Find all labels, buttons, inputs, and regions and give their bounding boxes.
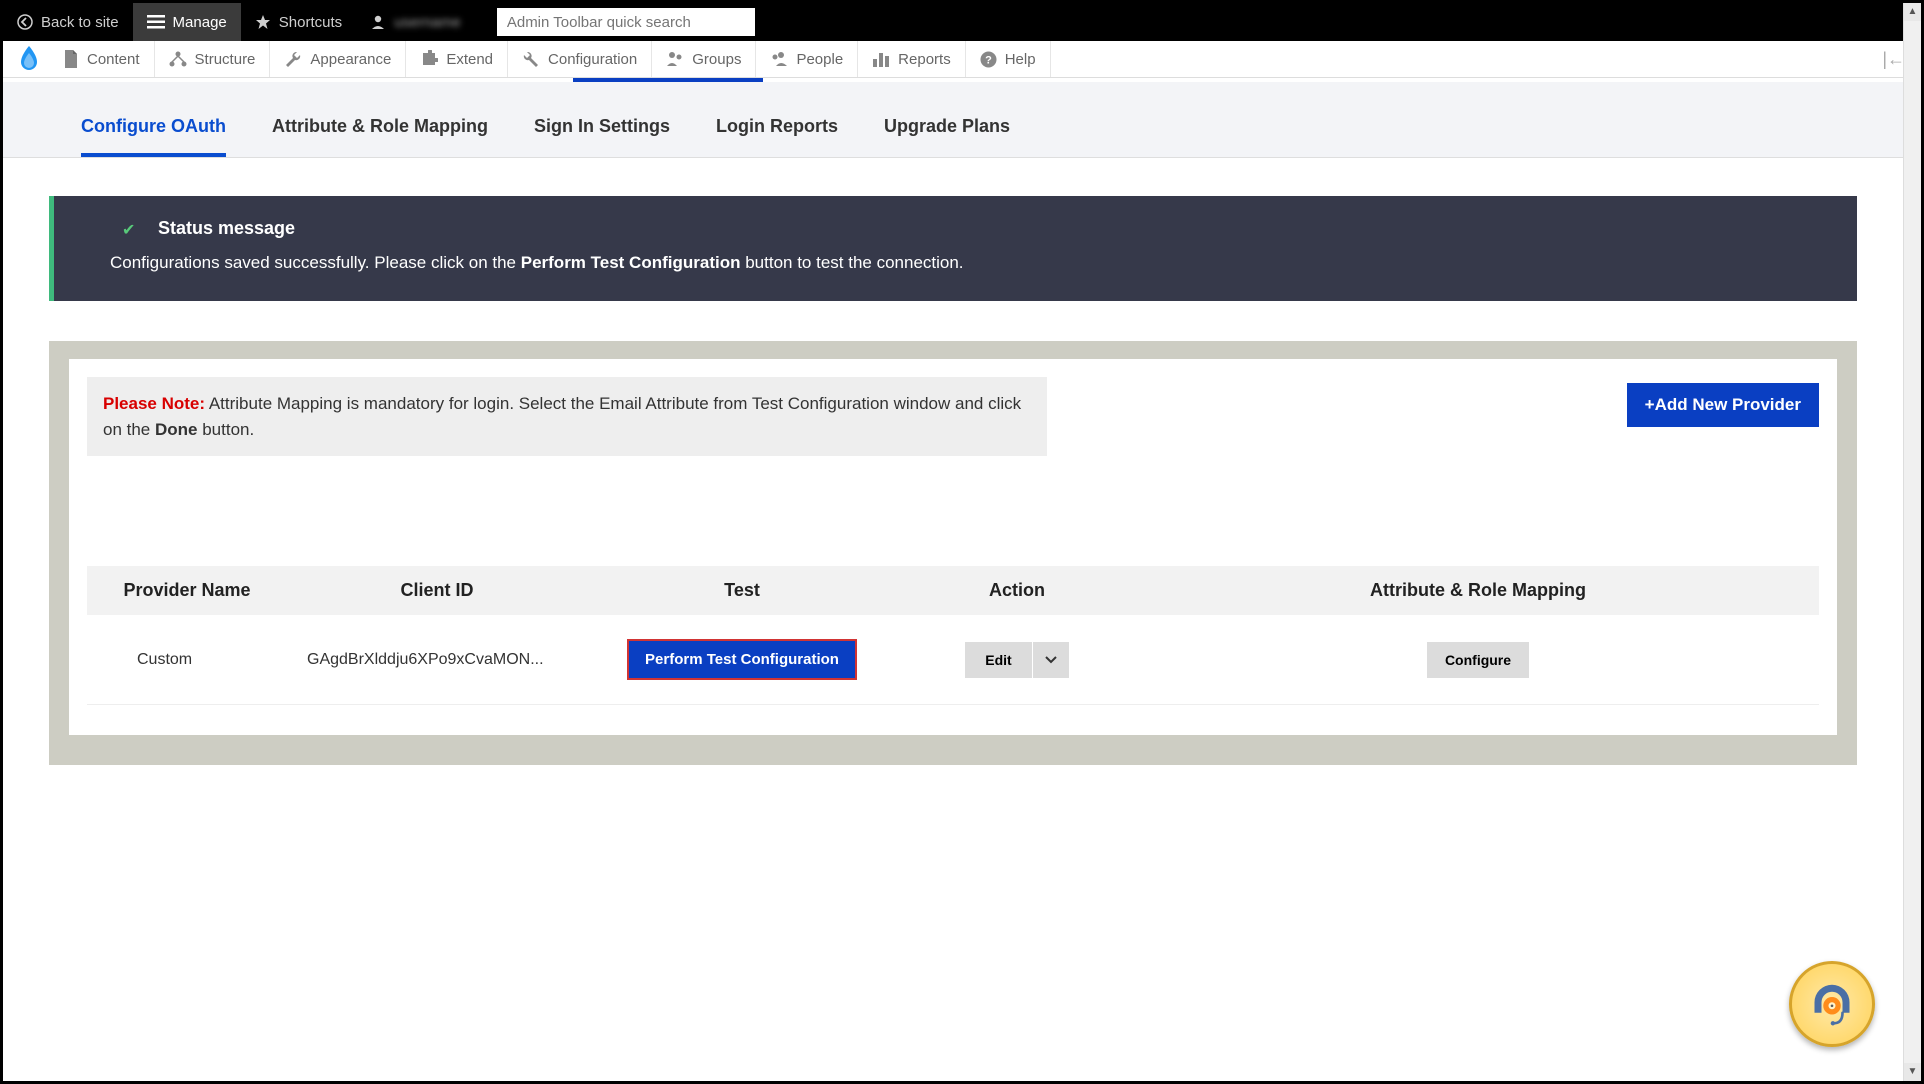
- admin-secondary-menu: Content Structure Appearance Extend Conf…: [3, 41, 1921, 78]
- th-provider: Provider Name: [87, 580, 287, 601]
- attribute-note: Please Note: Attribute Mapping is mandat…: [87, 377, 1047, 456]
- scroll-up-arrow[interactable]: ▲: [1904, 3, 1921, 21]
- table-row: Custom GAgdBrXlddju6XPo9xCvaMON... Perfo…: [87, 615, 1819, 705]
- support-widget-button[interactable]: [1789, 961, 1875, 1047]
- add-provider-button[interactable]: +Add New Provider: [1627, 383, 1819, 427]
- th-mapping: Attribute & Role Mapping: [1137, 580, 1819, 601]
- cell-clientid: GAgdBrXlddju6XPo9xCvaMON...: [287, 651, 587, 669]
- tab-attribute-mapping[interactable]: Attribute & Role Mapping: [272, 116, 488, 157]
- search-container: [483, 3, 769, 41]
- chevron-down-icon: [1045, 656, 1057, 664]
- admin-search-input[interactable]: [497, 8, 755, 36]
- provider-panel: Please Note: Attribute Mapping is mandat…: [49, 341, 1857, 765]
- check-icon: ✔: [122, 220, 135, 240]
- status-body: Configurations saved successfully. Pleas…: [110, 253, 1801, 273]
- configure-button[interactable]: Configure: [1427, 642, 1529, 678]
- barchart-icon: [872, 51, 890, 67]
- edit-dropdown-toggle[interactable]: [1032, 642, 1069, 678]
- th-action: Action: [897, 580, 1137, 601]
- svg-text:?: ?: [985, 54, 992, 66]
- local-tabs: Configure OAuth Attribute & Role Mapping…: [3, 82, 1903, 158]
- scroll-down-arrow[interactable]: ▼: [1904, 1063, 1921, 1081]
- user-account-link[interactable]: username: [356, 3, 475, 41]
- scroll-track[interactable]: [1904, 21, 1921, 1063]
- wrench-icon: [284, 50, 302, 68]
- people-icon: [770, 50, 788, 68]
- hierarchy-icon: [169, 51, 187, 67]
- back-to-site-link[interactable]: Back to site: [3, 3, 133, 41]
- vertical-scrollbar[interactable]: ▲ ▼: [1903, 3, 1921, 1081]
- back-arrow-icon: [17, 14, 33, 30]
- wrench2-icon: [522, 50, 540, 68]
- tab-configure-oauth[interactable]: Configure OAuth: [81, 116, 226, 157]
- question-icon: ?: [980, 51, 997, 68]
- perform-test-button[interactable]: Perform Test Configuration: [627, 639, 857, 680]
- headset-icon: [1804, 976, 1860, 1032]
- manage-label: Manage: [173, 14, 227, 31]
- menu-reports[interactable]: Reports: [858, 41, 966, 77]
- tab-signin-settings[interactable]: Sign In Settings: [534, 116, 670, 157]
- manage-toggle[interactable]: Manage: [133, 3, 241, 41]
- edit-button[interactable]: Edit: [965, 642, 1031, 678]
- menu-appearance[interactable]: Appearance: [270, 41, 406, 77]
- shortcuts-link[interactable]: Shortcuts: [241, 3, 356, 41]
- cell-provider: Custom: [87, 651, 287, 669]
- menu-groups[interactable]: Groups: [652, 41, 756, 77]
- menu-extend[interactable]: Extend: [406, 41, 508, 77]
- puzzle-icon: [420, 50, 438, 68]
- drupal-logo-icon[interactable]: [9, 46, 49, 72]
- menu-people[interactable]: People: [756, 41, 858, 77]
- th-clientid: Client ID: [287, 580, 587, 601]
- document-icon: [63, 50, 79, 68]
- star-icon: [255, 14, 271, 30]
- back-label: Back to site: [41, 14, 119, 31]
- tab-login-reports[interactable]: Login Reports: [716, 116, 838, 157]
- menu-content[interactable]: Content: [49, 41, 155, 77]
- menu-help[interactable]: ? Help: [966, 41, 1051, 77]
- menu-configuration[interactable]: Configuration: [508, 41, 652, 77]
- tab-upgrade-plans[interactable]: Upgrade Plans: [884, 116, 1010, 157]
- status-message-box: ✔ Status message Configurations saved su…: [49, 196, 1857, 301]
- shortcuts-label: Shortcuts: [279, 14, 342, 31]
- provider-table: Provider Name Client ID Test Action Attr…: [87, 566, 1819, 705]
- table-header-row: Provider Name Client ID Test Action Attr…: [87, 566, 1819, 615]
- menu-structure[interactable]: Structure: [155, 41, 271, 77]
- th-test: Test: [587, 580, 897, 601]
- hamburger-icon: [147, 15, 165, 29]
- groups-icon: [666, 50, 684, 68]
- username-label: username: [394, 14, 461, 31]
- top-admin-bar: Back to site Manage Shortcuts username: [3, 3, 1921, 41]
- status-title: Status message: [158, 218, 1801, 239]
- user-icon: [370, 14, 386, 30]
